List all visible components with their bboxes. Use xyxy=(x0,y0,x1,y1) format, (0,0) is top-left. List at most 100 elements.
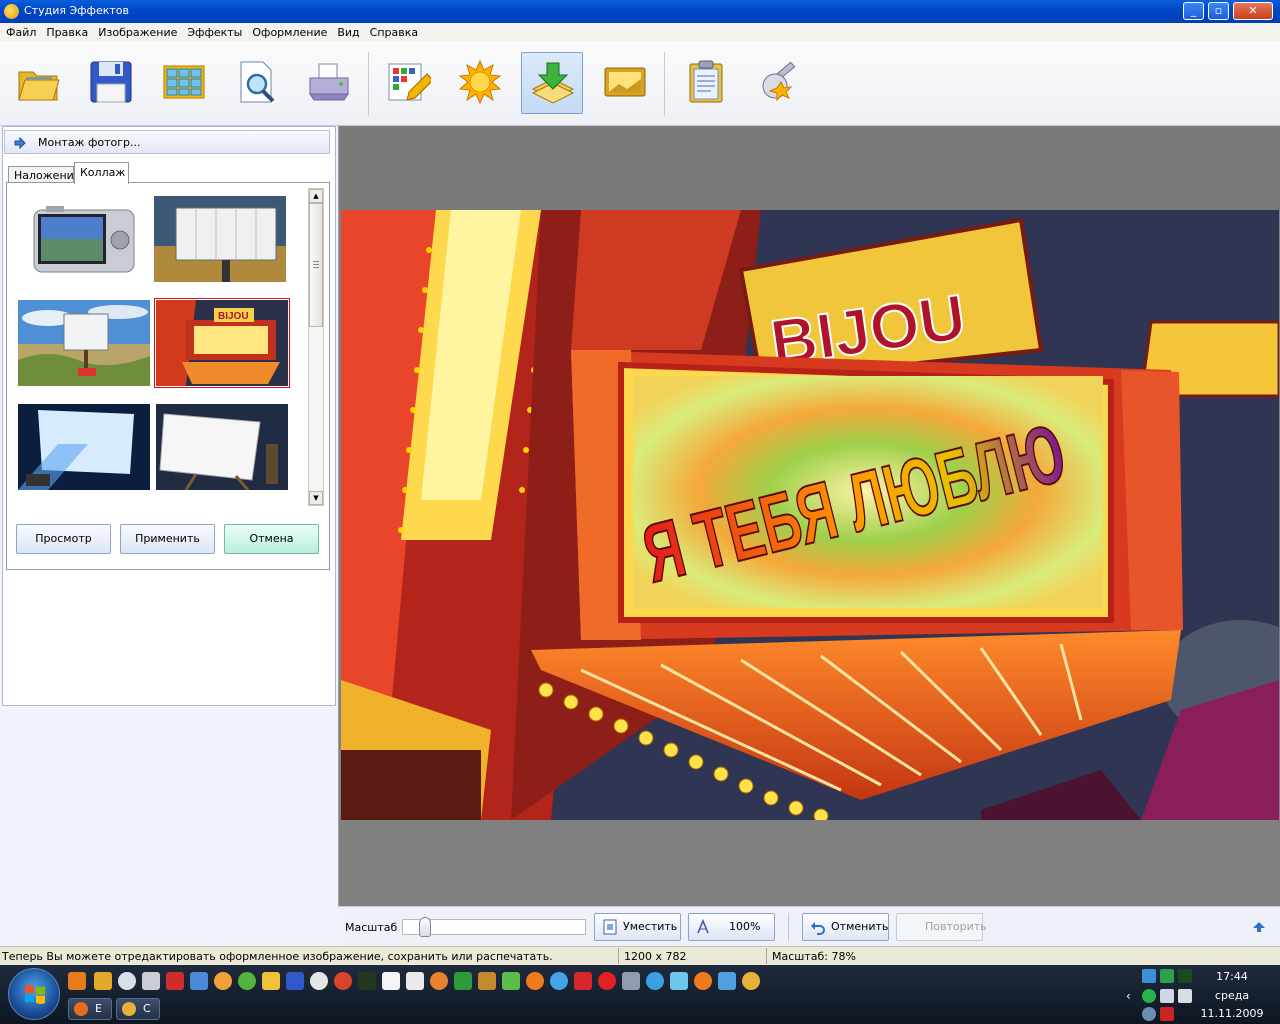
thumbnail-easel-canvas[interactable] xyxy=(156,404,288,490)
minimize-button[interactable]: _ xyxy=(1183,2,1204,20)
menu-edit[interactable]: Правка xyxy=(41,23,93,39)
actual-size-button[interactable]: 100% xyxy=(688,913,775,941)
apply-button[interactable]: Применить xyxy=(120,524,215,554)
cancel-button[interactable]: Отмена xyxy=(224,524,319,554)
scroll-down-arrow[interactable]: ▼ xyxy=(309,491,323,505)
quicklaunch-app-icon[interactable] xyxy=(406,972,424,990)
edit-button[interactable] xyxy=(378,52,440,114)
clipboard-button[interactable] xyxy=(675,52,737,114)
quicklaunch-app-icon[interactable] xyxy=(142,972,160,990)
open-folder-button[interactable] xyxy=(8,52,70,114)
fit-button[interactable]: Уместить xyxy=(594,913,681,941)
quicklaunch-app-icon[interactable] xyxy=(68,972,86,990)
quicklaunch-app-icon[interactable] xyxy=(430,972,448,990)
quicklaunch-app-icon[interactable] xyxy=(718,972,736,990)
preview-magnifier-icon xyxy=(240,61,275,103)
key-settings-icon xyxy=(762,61,796,102)
quicklaunch-app-icon[interactable] xyxy=(478,972,496,990)
quicklaunch-app-icon[interactable] xyxy=(670,972,688,990)
menu-image[interactable]: Изображение xyxy=(93,23,182,39)
quicklaunch-app-icon[interactable] xyxy=(334,972,352,990)
frame-download-button[interactable] xyxy=(521,52,583,114)
quicklaunch-app-icon[interactable] xyxy=(358,972,376,990)
toolbar-separator xyxy=(368,52,369,116)
menu-file[interactable]: Файл xyxy=(0,23,41,39)
zoom-label: Масштаб xyxy=(345,921,398,934)
quicklaunch-app-icon[interactable] xyxy=(598,972,616,990)
image-preview[interactable]: BIJOU Я ТЕБЯ ЛЮБЛЮ xyxy=(341,210,1279,820)
tab-collage[interactable]: Коллаж xyxy=(74,162,129,184)
settings-button[interactable] xyxy=(746,52,808,114)
undo-label: Отменить xyxy=(831,920,889,933)
quicklaunch-app-icon[interactable] xyxy=(742,972,760,990)
menu-design[interactable]: Оформление xyxy=(247,23,332,39)
quicklaunch-app-icon[interactable] xyxy=(550,972,568,990)
preview-button[interactable]: Просмотр xyxy=(16,524,111,554)
window-title: Студия Эффектов xyxy=(24,4,129,17)
tray-app-icon[interactable] xyxy=(1160,969,1174,983)
task-button-studio[interactable]: C xyxy=(116,998,160,1020)
quicklaunch-app-icon[interactable] xyxy=(382,972,400,990)
collapse-up-icon[interactable] xyxy=(1252,921,1266,933)
picture-frame-button[interactable] xyxy=(594,52,656,114)
gallery-scrollbar[interactable]: ▲ ▼ xyxy=(308,188,324,506)
quicklaunch-app-icon[interactable] xyxy=(262,972,280,990)
tray-network-icon[interactable] xyxy=(1160,989,1174,1003)
actual-size-label: 100% xyxy=(729,920,761,933)
quicklaunch-app-icon[interactable] xyxy=(286,972,304,990)
preview-button[interactable] xyxy=(226,52,288,114)
quicklaunch-app-icon[interactable] xyxy=(214,972,232,990)
thumbnail-bijou-marquee[interactable]: BIJOU xyxy=(154,298,290,388)
close-button[interactable]: ✕ xyxy=(1233,2,1273,20)
window-titlebar: Студия Эффектов _ ▫ ✕ xyxy=(0,0,1280,23)
quicklaunch-app-icon[interactable] xyxy=(502,972,520,990)
tray-status-icon[interactable] xyxy=(1142,989,1156,1003)
thumbnail-projector-screen[interactable] xyxy=(18,404,150,490)
grid-button[interactable] xyxy=(153,52,215,114)
tray-network-icon[interactable] xyxy=(1142,969,1156,983)
app-palette-icon xyxy=(4,4,19,19)
task-button-firefox[interactable]: E xyxy=(68,998,112,1020)
redo-button[interactable]: Повторить xyxy=(896,913,987,941)
thumbnail-beach-sign[interactable] xyxy=(18,300,150,386)
quicklaunch-app-icon[interactable] xyxy=(166,972,184,990)
zoom-status: Масштаб: 78% xyxy=(772,950,856,963)
scroll-up-arrow[interactable]: ▲ xyxy=(309,189,323,203)
svg-text:BIJOU: BIJOU xyxy=(218,311,249,322)
status-bar: Теперь Вы можете отредактировать оформле… xyxy=(0,946,1280,965)
tray-device-icon[interactable] xyxy=(1178,989,1192,1003)
sun-effects-icon xyxy=(458,60,502,104)
menu-effects[interactable]: Эффекты xyxy=(182,23,247,39)
thumbnail-camera[interactable] xyxy=(16,196,148,282)
maximize-button[interactable]: ▫ xyxy=(1208,2,1229,20)
panel-header[interactable]: Монтаж фотогр... xyxy=(4,130,330,154)
tray-app-icon[interactable] xyxy=(1178,969,1192,983)
tray-app-icon[interactable] xyxy=(1142,1007,1156,1021)
save-button[interactable] xyxy=(80,52,142,114)
zoom-slider-knob[interactable] xyxy=(419,917,432,937)
quicklaunch-app-icon[interactable] xyxy=(310,972,328,990)
quicklaunch-app-icon[interactable] xyxy=(646,972,664,990)
quicklaunch-app-icon[interactable] xyxy=(190,972,208,990)
scroll-thumb[interactable] xyxy=(309,203,323,327)
undo-button[interactable]: Отменить xyxy=(802,913,889,941)
quicklaunch-app-icon[interactable] xyxy=(94,972,112,990)
quicklaunch-app-icon[interactable] xyxy=(118,972,136,990)
quicklaunch-app-icon[interactable] xyxy=(526,972,544,990)
quicklaunch-app-icon[interactable] xyxy=(454,972,472,990)
effects-button[interactable] xyxy=(449,52,511,114)
quicklaunch-app-icon[interactable] xyxy=(694,972,712,990)
start-button[interactable] xyxy=(8,968,60,1020)
quicklaunch-app-icon[interactable] xyxy=(574,972,592,990)
menu-help[interactable]: Справка xyxy=(365,23,423,39)
fit-button-label: Уместить xyxy=(623,920,678,933)
tray-antivirus-icon[interactable] xyxy=(1160,1007,1174,1021)
menu-view[interactable]: Вид xyxy=(332,23,364,39)
print-button[interactable] xyxy=(298,52,360,114)
tray-expand-icon[interactable]: ‹ xyxy=(1126,989,1131,1003)
printer-icon xyxy=(309,63,349,101)
quicklaunch-app-icon[interactable] xyxy=(238,972,256,990)
clipboard-icon xyxy=(689,60,723,103)
thumbnail-billboard[interactable] xyxy=(154,196,286,282)
quicklaunch-app-icon[interactable] xyxy=(622,972,640,990)
